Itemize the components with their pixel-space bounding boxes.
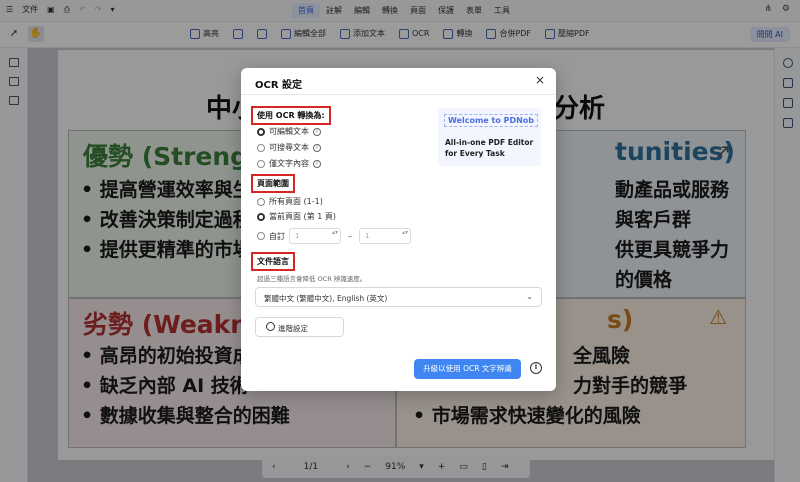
info-icon[interactable]: i [530,362,542,374]
chevron-down-icon: ⌄ [526,292,533,301]
promo-banner: Welcome to PDNob All-in-one PDF Editor f… [438,108,541,166]
info-icon[interactable]: i [313,143,321,152]
divider [241,94,556,95]
radio-button[interactable] [257,143,265,152]
custom-from-input[interactable]: 1 [289,228,341,244]
range-dash: – [348,231,352,241]
radio-selected[interactable] [257,127,265,136]
ocr-settings-dialog: OCR 設定 × 使用 OCR 轉換為: 可編輯文本 i 可搜尋文本 i 僅文字內容… [241,68,556,391]
close-icon[interactable]: × [535,73,545,87]
info-icon[interactable]: i [313,159,321,168]
promo-text: All-in-one PDF Editor for Every Task [445,138,534,158]
option-searchable-text[interactable]: 可搜尋文本 i [257,142,321,153]
option-text-only[interactable]: 僅文字內容 i [257,158,321,169]
dialog-title: OCR 設定 [255,80,303,91]
language-select[interactable]: 繁體中文 (繁體中文), English (英文) ⌄ [255,287,542,307]
language-section-label: 文件語言 [251,252,295,271]
option-editable-text[interactable]: 可編輯文本 i [257,126,321,137]
language-note: 超過三種語言會降低 OCR 辨識速度。 [257,275,367,283]
info-icon[interactable]: i [313,127,321,136]
advanced-settings-button[interactable]: 進階設定 [255,317,344,337]
option-custom-range[interactable]: 自訂 1 – 1 [257,228,411,244]
radio-button[interactable] [257,197,265,206]
radio-button[interactable] [257,232,265,240]
promo-title: Welcome to PDNob [444,114,539,127]
convert-section-label: 使用 OCR 轉換為: [251,106,331,125]
gear-icon [266,322,275,331]
custom-to-input[interactable]: 1 [359,228,411,244]
radio-button[interactable] [257,159,265,168]
option-current-page[interactable]: 當前頁面 (第 1 頁) [257,211,336,222]
radio-selected[interactable] [257,212,265,221]
upgrade-ocr-button[interactable]: 升級以使用 OCR 文字辨識 [414,359,521,379]
option-all-pages[interactable]: 所有頁面 (1-1) [257,196,323,207]
range-section-label: 頁面範圍 [251,174,295,193]
